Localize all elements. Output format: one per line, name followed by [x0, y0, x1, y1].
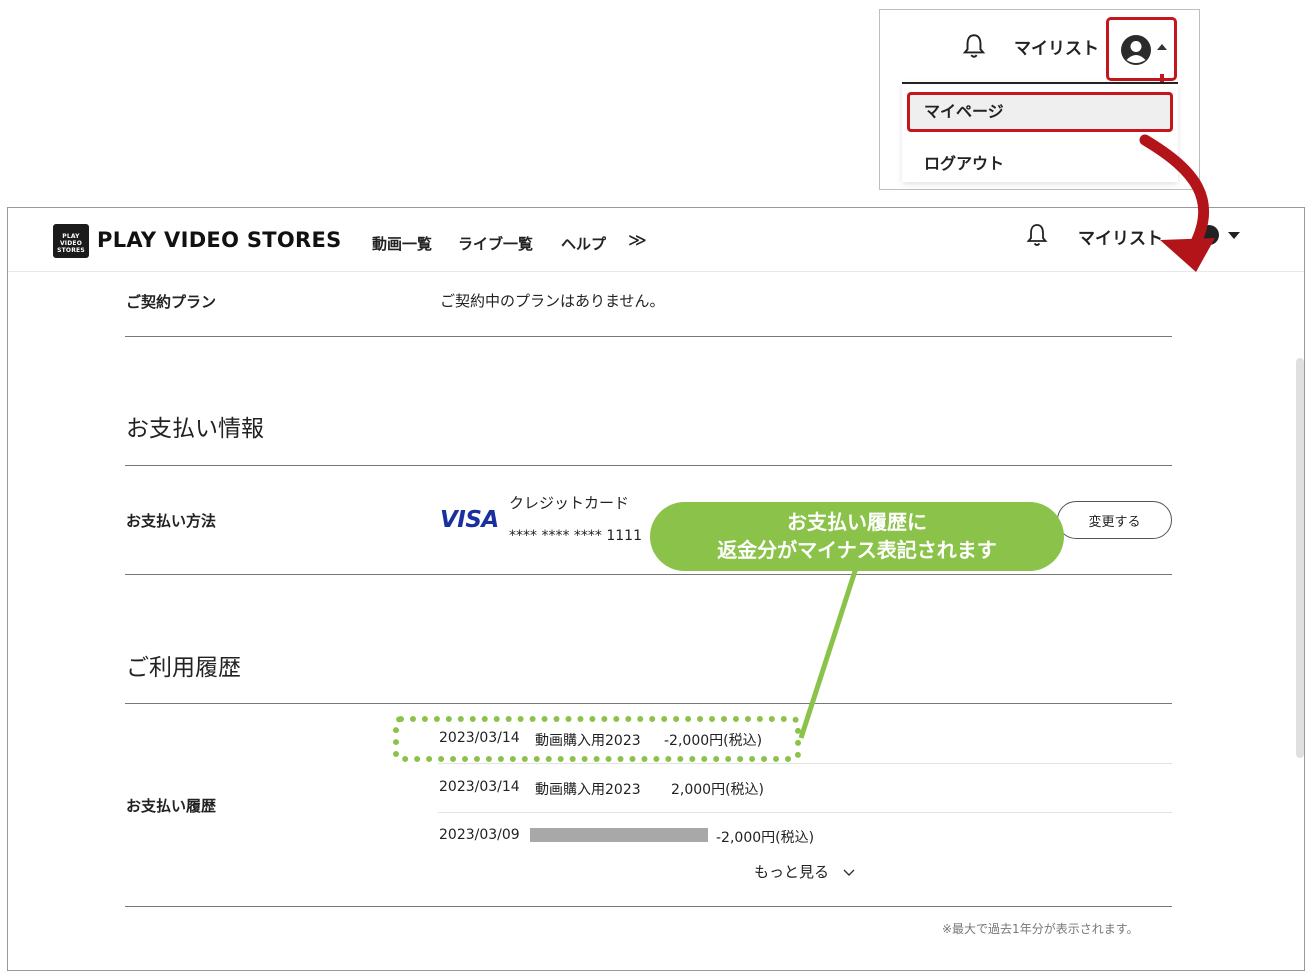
history-date: 2023/03/14 — [439, 779, 520, 795]
payment-history-label: お支払い履歴 — [126, 797, 217, 815]
card-type: クレジットカード — [509, 494, 630, 512]
logo-mark-line: PLAY — [62, 233, 80, 240]
usage-history-title: ご利用履歴 — [126, 655, 241, 681]
logo-mark[interactable]: PLAY VIDEO STORES — [53, 224, 89, 258]
menu-item-mypage[interactable]: マイページ — [924, 98, 1004, 122]
account-dropdown: マイページ ログアウト — [902, 82, 1178, 182]
plan-label: ご契約プラン — [126, 293, 217, 311]
row-divider — [438, 763, 1172, 764]
caret-up-icon — [1157, 44, 1167, 50]
callout-pointer — [798, 567, 859, 739]
card-number: **** **** **** 1111 — [509, 528, 642, 544]
row-divider — [438, 812, 1172, 813]
redacted-item — [530, 828, 708, 842]
divider — [125, 574, 1172, 575]
avatar-icon[interactable] — [1198, 223, 1220, 247]
nav-item-videos[interactable]: 動画一覧 — [372, 233, 432, 254]
show-more-link[interactable]: もっと見る — [754, 861, 856, 882]
visa-logo: VISA — [440, 507, 499, 533]
account-menu-inset: マイリスト マイページ ログアウト — [879, 9, 1200, 190]
chevron-down-icon — [843, 869, 855, 876]
change-payment-button[interactable]: 変更する — [1057, 501, 1172, 539]
divider — [125, 465, 1172, 466]
payment-method-label: お支払い方法 — [126, 512, 217, 530]
browser-frame: PLAY VIDEO STORES PLAY VIDEO STORES 動画一覧… — [7, 207, 1305, 971]
menu-item-logout[interactable]: ログアウト — [924, 150, 1004, 174]
scrollbar[interactable] — [1296, 358, 1304, 758]
bell-icon[interactable] — [1025, 222, 1049, 248]
avatar-icon — [1121, 35, 1151, 65]
divider — [125, 336, 1172, 337]
divider — [125, 906, 1172, 907]
site-header: PLAY VIDEO STORES PLAY VIDEO STORES 動画一覧… — [8, 208, 1304, 272]
refund-highlight-box — [393, 716, 801, 762]
divider — [125, 703, 1172, 704]
history-amount: -2,000円(税込) — [716, 830, 815, 846]
annotation-callout: お支払い履歴に 返金分がマイナス表記されます — [650, 502, 1064, 571]
nav-item-lives[interactable]: ライブ一覧 — [458, 233, 533, 254]
plan-value: ご契約中のプランはありません。 — [440, 292, 665, 310]
history-amount: 2,000円(税込) — [671, 782, 765, 798]
account-button[interactable] — [1106, 17, 1177, 81]
history-note: ※最大で過去1年分が表示されます。 — [942, 922, 1139, 936]
callout-line-2: 返金分がマイナス表記されます — [717, 538, 997, 562]
nav-more-icon[interactable]: ≫ — [628, 230, 647, 251]
mylist-link[interactable]: マイリスト — [1078, 224, 1163, 249]
history-item: 動画購入用2023 — [535, 782, 641, 798]
nav-item-help[interactable]: ヘルプ — [561, 233, 606, 254]
payment-info-title: お支払い情報 — [126, 416, 264, 442]
logo-mark-line: VIDEO — [59, 240, 83, 247]
logo-text[interactable]: PLAY VIDEO STORES — [97, 228, 342, 252]
history-date: 2023/03/09 — [439, 827, 520, 843]
mylist-link[interactable]: マイリスト — [1014, 34, 1099, 59]
logo-mark-line: STORES — [57, 247, 85, 254]
caret-down-icon[interactable] — [1228, 232, 1240, 239]
show-more-label: もっと見る — [754, 863, 830, 881]
bell-icon[interactable] — [961, 32, 987, 60]
callout-line-1: お支払い履歴に — [787, 510, 927, 534]
